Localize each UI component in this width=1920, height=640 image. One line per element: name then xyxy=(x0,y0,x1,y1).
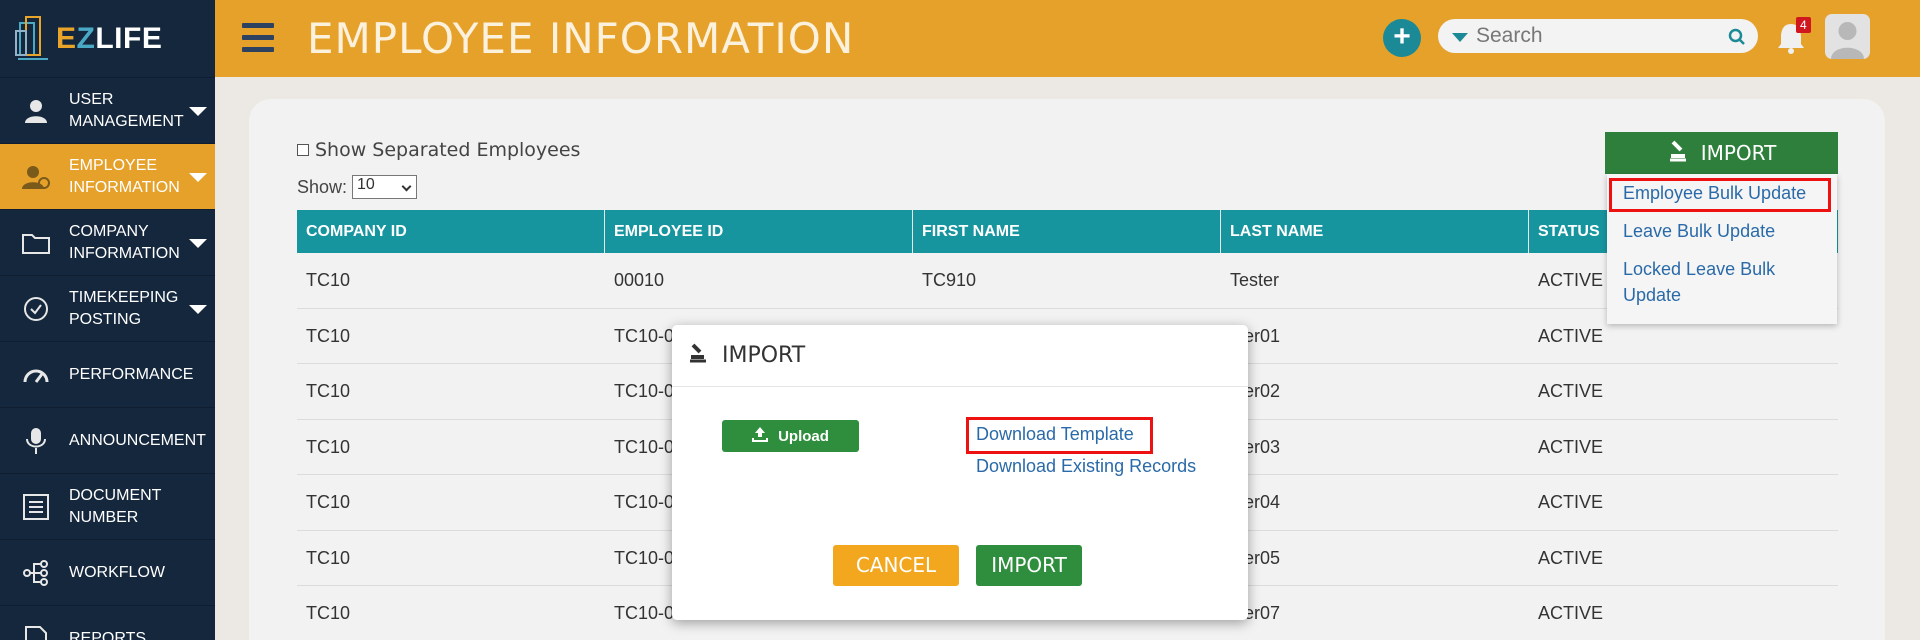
table-cell: TC10 xyxy=(306,603,351,623)
search-input[interactable] xyxy=(1476,22,1726,50)
modal-header: IMPORT xyxy=(672,325,1248,387)
add-button[interactable]: + xyxy=(1383,19,1421,57)
app-logo[interactable]: EZLIFE xyxy=(0,0,215,77)
table-cell: Tester xyxy=(1230,270,1280,290)
hamburger-menu-icon[interactable] xyxy=(242,23,274,53)
report-icon xyxy=(20,623,52,640)
sidebar-item-label: USER MANAGEMENT xyxy=(69,90,184,130)
folder-icon xyxy=(20,227,52,259)
sidebar-item-label: TIMEKEEPING POSTING xyxy=(69,288,179,328)
sidebar-item-label: PERFORMANCE xyxy=(69,365,194,383)
download-template-link[interactable]: Download Template xyxy=(976,421,1134,447)
sidebar: EZLIFE USER MANAGEMENT EMPLOYEE INFORMAT… xyxy=(0,0,215,640)
notification-badge: 4 xyxy=(1796,17,1811,33)
chevron-down-icon xyxy=(189,172,207,182)
import-button-label: IMPORT xyxy=(1700,141,1777,165)
chevron-down-icon xyxy=(189,304,207,314)
top-header: EMPLOYEE INFORMATION + 4 xyxy=(215,0,1920,77)
sidebar-item-user-management[interactable]: USER MANAGEMENT xyxy=(0,77,215,143)
search-box xyxy=(1438,19,1758,53)
sidebar-item-label: ANNOUNCEMENT xyxy=(69,431,206,449)
table-cell: TC10 xyxy=(306,381,351,401)
table-cell: TC10 xyxy=(306,436,351,457)
download-existing-records-link[interactable]: Download Existing Records xyxy=(976,453,1196,479)
menu-item-locked-leave-bulk-update[interactable]: Locked Leave Bulk xyxy=(1623,257,1775,282)
import-dropdown-menu: Employee Bulk Update Leave Bulk Update L… xyxy=(1607,174,1837,324)
check-circle-icon xyxy=(20,293,52,325)
sidebar-item-workflow[interactable]: WORKFLOW xyxy=(0,539,215,605)
sidebar-item-reports[interactable]: REPORTS xyxy=(0,605,215,640)
table-cell: ACTIVE xyxy=(1538,492,1604,512)
sidebar-item-company-information[interactable]: COMPANY INFORMATION xyxy=(0,209,215,275)
user-icon xyxy=(20,95,52,127)
sidebar-item-label: DOCUMENT NUMBER xyxy=(69,486,162,526)
table-cell: TC10 xyxy=(306,270,351,290)
gavel-icon xyxy=(688,343,708,368)
table-cell: ster04 xyxy=(1230,492,1281,512)
column-header[interactable]: EMPLOYEE ID xyxy=(605,210,913,253)
table-cell: ster01 xyxy=(1230,325,1281,346)
sidebar-item-label: REPORTS xyxy=(69,629,147,640)
table-cell: 00010 xyxy=(614,270,665,290)
chevron-down-icon xyxy=(189,106,207,116)
table-cell: ACTIVE xyxy=(1538,547,1604,568)
menu-item-locked-leave-bulk-update-cont[interactable]: Update xyxy=(1623,283,1681,308)
avatar[interactable] xyxy=(1825,14,1870,59)
page-title: EMPLOYEE INFORMATION xyxy=(307,14,855,63)
sidebar-item-label: COMPANY INFORMATION xyxy=(69,222,180,262)
chevron-down-icon xyxy=(189,238,207,248)
column-header[interactable]: LAST NAME xyxy=(1221,210,1529,253)
gauge-icon xyxy=(20,359,52,391)
sidebar-item-label: WORKFLOW xyxy=(69,563,165,581)
sidebar-item-performance[interactable]: PERFORMANCE xyxy=(0,341,215,407)
import-dropdown-button[interactable]: IMPORT xyxy=(1605,132,1838,174)
show-separated-checkbox[interactable]: Show Separated Employees xyxy=(297,139,580,161)
workflow-icon xyxy=(20,557,52,589)
column-header[interactable]: FIRST NAME xyxy=(913,210,1221,253)
modal-title: IMPORT xyxy=(722,343,806,368)
sidebar-item-timekeeping-posting[interactable]: TIMEKEEPING POSTING xyxy=(0,275,215,341)
search-filter-dropdown-icon[interactable] xyxy=(1452,33,1468,42)
list-icon xyxy=(20,491,52,523)
logo-text: EZLIFE xyxy=(56,21,163,55)
table-cell: TC10 xyxy=(306,492,351,512)
table-cell: ACTIVE xyxy=(1538,436,1604,457)
table-cell: ster02 xyxy=(1230,381,1281,401)
checkbox-box[interactable] xyxy=(297,144,309,156)
microphone-icon xyxy=(20,425,52,457)
table-cell: TC910 xyxy=(922,270,977,290)
import-button[interactable]: IMPORT xyxy=(976,545,1082,586)
sidebar-item-document-number[interactable]: DOCUMENT NUMBER xyxy=(0,473,215,539)
table-cell: ACTIVE xyxy=(1538,381,1604,401)
table-cell: ster05 xyxy=(1230,547,1281,568)
sidebar-item-label: EMPLOYEE INFORMATION xyxy=(69,156,180,196)
employee-icon xyxy=(20,161,52,193)
search-icon[interactable] xyxy=(1728,28,1746,46)
gavel-icon xyxy=(1667,140,1689,167)
table-cell: TC10 xyxy=(306,325,351,346)
logo-mark-icon xyxy=(14,13,52,65)
menu-item-employee-bulk-update[interactable]: Employee Bulk Update xyxy=(1623,181,1806,206)
show-entries-select[interactable]: 10 xyxy=(352,175,418,199)
sidebar-item-announcement[interactable]: ANNOUNCEMENT xyxy=(0,407,215,473)
show-label: Show: xyxy=(297,176,348,197)
table-cell: ACTIVE xyxy=(1538,603,1604,623)
cancel-button[interactable]: CANCEL xyxy=(833,545,959,586)
table-cell: ster03 xyxy=(1230,436,1281,457)
upload-button[interactable]: Upload xyxy=(722,420,859,452)
upload-label: Upload xyxy=(778,427,829,445)
upload-icon xyxy=(752,426,769,446)
show-separated-label: Show Separated Employees xyxy=(315,139,581,161)
column-header[interactable]: COMPANY ID xyxy=(297,210,605,253)
table-cell: ster07 xyxy=(1230,603,1281,623)
import-modal: IMPORT Upload Download Template Download… xyxy=(672,325,1248,620)
table-cell: TC10 xyxy=(306,547,351,568)
menu-item-leave-bulk-update[interactable]: Leave Bulk Update xyxy=(1623,219,1775,244)
sidebar-item-employee-information[interactable]: EMPLOYEE INFORMATION xyxy=(0,143,215,209)
show-entries: Show: 10 xyxy=(297,175,418,199)
